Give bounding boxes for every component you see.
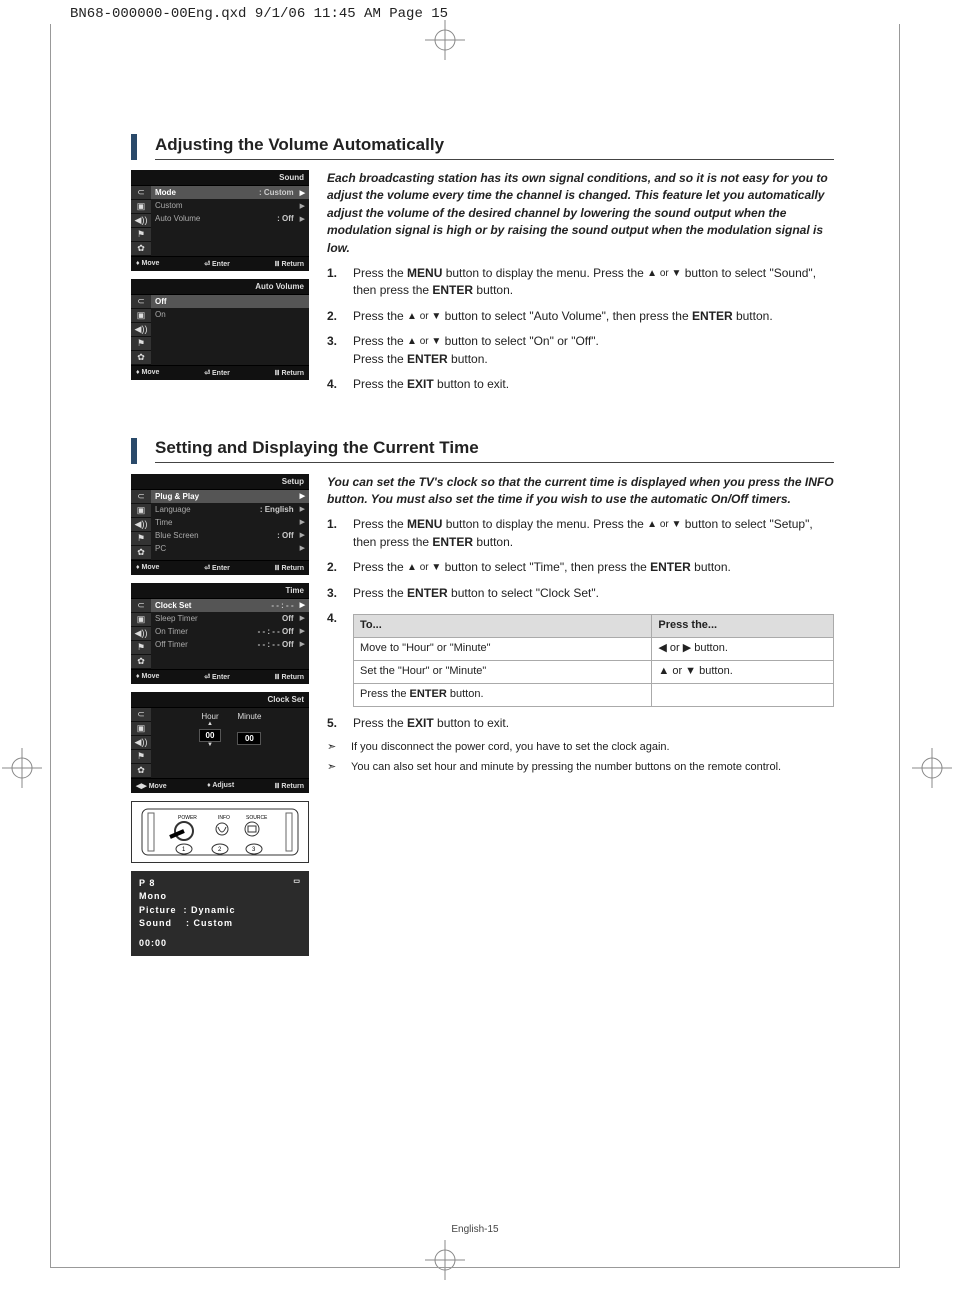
section-accent-bar — [131, 134, 137, 160]
osd-auto-volume-menu: Auto Volume ⊂▣◀))⚑✿ Off On ♦ Move⏎ Enter… — [131, 279, 309, 380]
page-number: English-15 — [51, 1224, 899, 1235]
print-header: BN68-000000-00Eng.qxd 9/1/06 11:45 AM Pa… — [0, 0, 954, 22]
note-1: ➣If you disconnect the power cord, you h… — [327, 740, 834, 756]
section-title-time: Setting and Displaying the Current Time — [155, 438, 834, 463]
page-crop-frame: Adjusting the Volume Automatically Sound… — [50, 24, 900, 1268]
registration-mark-left — [2, 748, 42, 788]
osd-clock-set: Clock Set ⊂▣◀))⚑✿ Hour▲00▼ Minute 00 ◀▶ … — [131, 692, 309, 793]
hour-minute-table: To...Press the... Move to "Hour" or "Min… — [353, 614, 834, 707]
info-display-box: P 8▭ Mono Picture : Dynamic Sound : Cust… — [131, 871, 309, 957]
svg-text:POWER: POWER — [178, 815, 197, 821]
osd-sound-menu: Sound ⊂▣◀))⚑✿ Mode: Custom▶ Custom▶ Auto… — [131, 170, 309, 271]
osd-title: Sound — [131, 170, 309, 186]
svg-text:3: 3 — [252, 847, 256, 853]
osd-icon-col: ⊂▣◀))⚑✿ — [131, 186, 151, 256]
osd-title: Auto Volume — [131, 279, 309, 295]
section1-intro: Each broadcasting station has its own si… — [327, 170, 834, 257]
section2-steps: 1. Press the MENU button to display the … — [327, 516, 834, 732]
osd-setup-menu: Setup ⊂▣◀))⚑✿ Plug & Play▶ Language: Eng… — [131, 474, 309, 575]
osd-time-menu: Time ⊂▣◀))⚑✿ Clock Set- - : - -▶ Sleep T… — [131, 583, 309, 684]
svg-text:SOURCE: SOURCE — [246, 815, 268, 821]
svg-text:INFO: INFO — [218, 815, 230, 821]
svg-text:2: 2 — [218, 847, 222, 853]
note-2: ➣You can also set hour and minute by pre… — [327, 760, 834, 776]
registration-mark-right — [912, 748, 952, 788]
section2-intro: You can set the TV's clock so that the c… — [327, 474, 834, 509]
svg-text:1: 1 — [182, 847, 186, 853]
section-title-volume: Adjusting the Volume Automatically — [155, 135, 834, 160]
section1-steps: 1. Press the MENU button to display the … — [327, 265, 834, 394]
section-accent-bar — [131, 438, 137, 464]
remote-illustration: POWER INFO SOURCE 1 2 3 — [131, 801, 309, 863]
